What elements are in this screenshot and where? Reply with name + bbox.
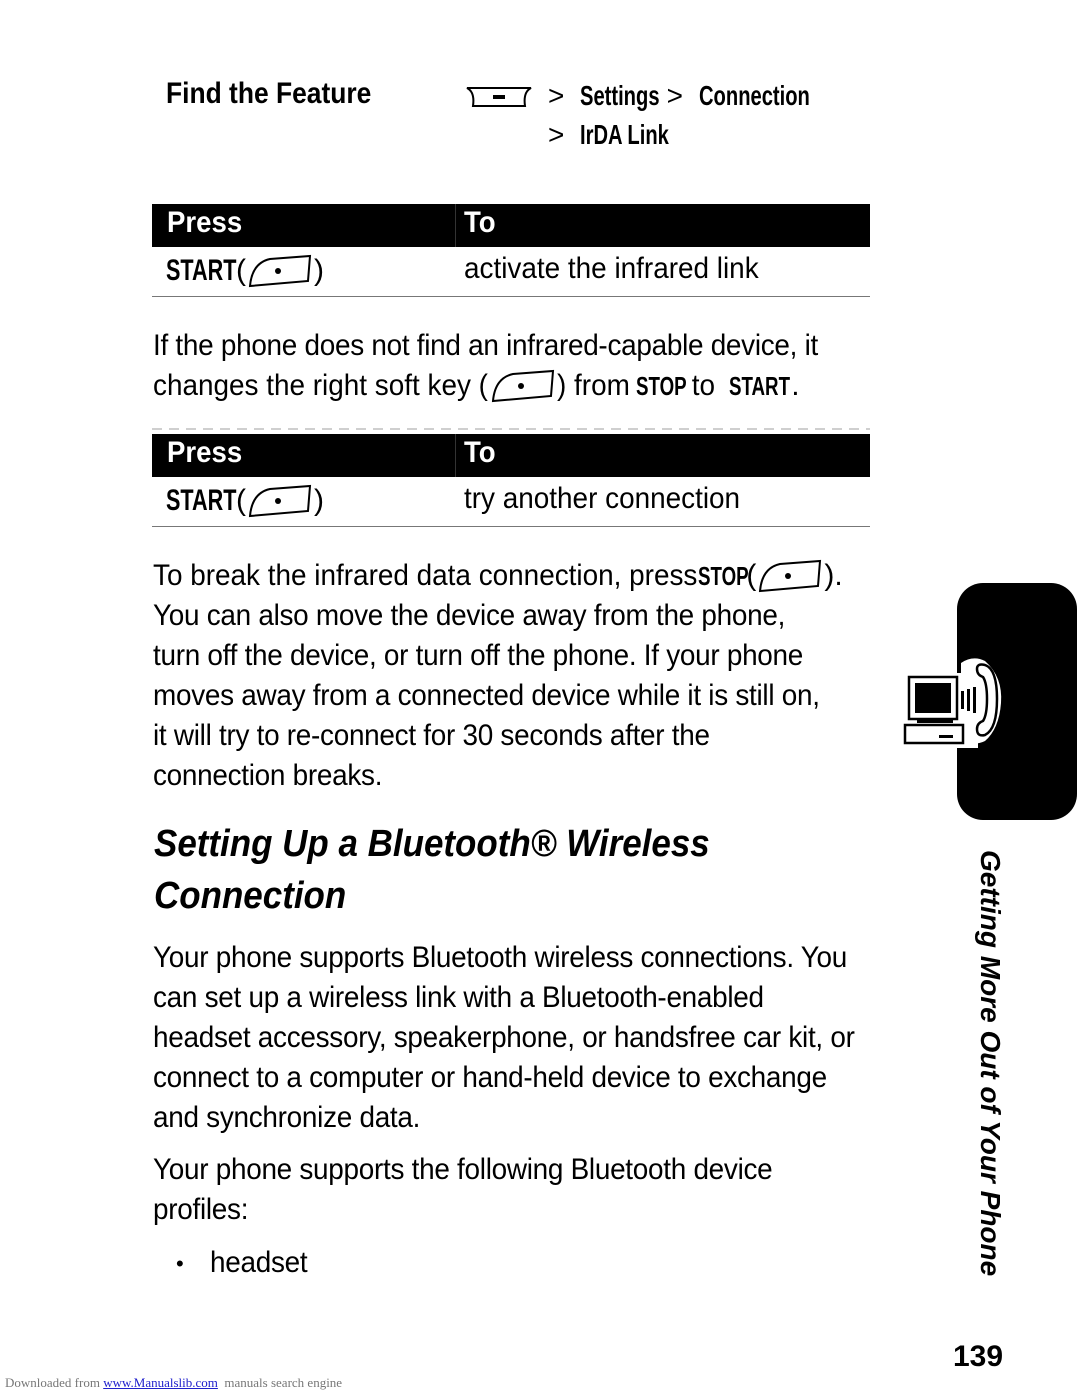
list-item: headset <box>210 1246 308 1279</box>
press-cell: START ( ) <box>166 484 324 518</box>
section-heading: Setting Up a Bluetooth® Wireless Connect… <box>154 818 710 922</box>
menu-path-line2: > IrDA Link <box>548 119 704 151</box>
right-soft-key-icon <box>248 484 312 518</box>
path-separator: > <box>548 80 565 111</box>
paragraph-line: Your phone supports the following Blueto… <box>153 1153 773 1186</box>
bullet-list: • headset <box>176 1243 315 1283</box>
paragraph-line: and synchronize data. <box>153 1101 421 1134</box>
paragraph-line: turn off the device, or turn off the pho… <box>153 639 804 672</box>
action-cell: try another connection <box>464 482 741 515</box>
table-header: Press To <box>152 434 870 477</box>
dashed-divider <box>152 428 870 430</box>
paragraph-line: connect to a computer or hand-held devic… <box>153 1061 827 1094</box>
path-separator: > <box>666 80 683 111</box>
paragraph-line: profiles: <box>153 1193 249 1226</box>
right-soft-key-icon <box>759 559 822 593</box>
paragraph-no-device-line2: changes the right soft key ( ) from STOP… <box>153 366 800 406</box>
paragraph-no-device-line1: If the phone does not find an infrared-c… <box>153 329 819 362</box>
press-cell: START ( ) <box>166 254 324 288</box>
paragraph-line: You can also move the device away from t… <box>153 599 786 632</box>
key-label-stop: STOP <box>698 561 749 591</box>
footer-suffix: manuals search engine <box>217 1375 343 1390</box>
manualslib-link[interactable]: www.Manualslib.com <box>103 1375 218 1390</box>
menu-key-icon <box>466 87 532 107</box>
computer-phone-connection-icon <box>903 658 1002 748</box>
bullet-icon: • <box>176 1251 184 1277</box>
menu-path-line1: > Settings > Connection <box>548 80 853 112</box>
paragraph-line: it will try to re-connect for 30 seconds… <box>153 719 710 752</box>
header-press: Press <box>167 436 243 469</box>
section-heading-line2: Connection <box>154 875 347 917</box>
paragraph-line: moves away from a connected device while… <box>153 679 820 712</box>
key-label-start: START <box>166 254 237 287</box>
menu-item-settings: Settings <box>580 80 660 111</box>
header-divider <box>455 204 456 247</box>
paragraph-line: can set up a wireless link with a Blueto… <box>153 981 764 1014</box>
right-soft-key-icon <box>248 254 312 288</box>
paragraph-line: connection breaks. <box>153 759 383 792</box>
key-label-stop: STOP <box>635 371 687 401</box>
header-press: Press <box>167 206 243 239</box>
chapter-side-title: Getting More Out of Your Phone <box>975 850 1006 1277</box>
header-to: To <box>464 436 496 469</box>
action-cell: activate the infrared link <box>464 252 759 285</box>
header-to: To <box>464 206 496 239</box>
right-soft-key-icon <box>492 369 555 403</box>
paragraph-break-connection-line1: To break the infrared data connection, p… <box>153 556 843 596</box>
header-divider <box>455 434 456 477</box>
footer: Downloaded from www.Manualslib.com manua… <box>5 1375 342 1391</box>
page-number: 139 <box>953 1340 1004 1373</box>
key-label-start: START <box>166 484 237 517</box>
menu-item-irda-link: IrDA Link <box>580 119 670 150</box>
paragraph-line: Your phone supports Bluetooth wireless c… <box>153 941 848 974</box>
key-label-start: START <box>729 371 791 401</box>
menu-item-connection: Connection <box>698 80 810 111</box>
find-feature-label: Find the Feature <box>166 77 372 110</box>
table-row: START ( ) activate the infrared link <box>152 247 870 297</box>
path-separator: > <box>548 119 565 150</box>
table-row: START ( ) try another connection <box>152 477 870 527</box>
section-heading-line1: Setting Up a Bluetooth® Wireless <box>154 823 710 865</box>
table-header: Press To <box>152 204 870 247</box>
footer-prefix: Downloaded from <box>5 1375 104 1390</box>
paragraph-line: headset accessory, speakerphone, or hand… <box>153 1021 855 1054</box>
